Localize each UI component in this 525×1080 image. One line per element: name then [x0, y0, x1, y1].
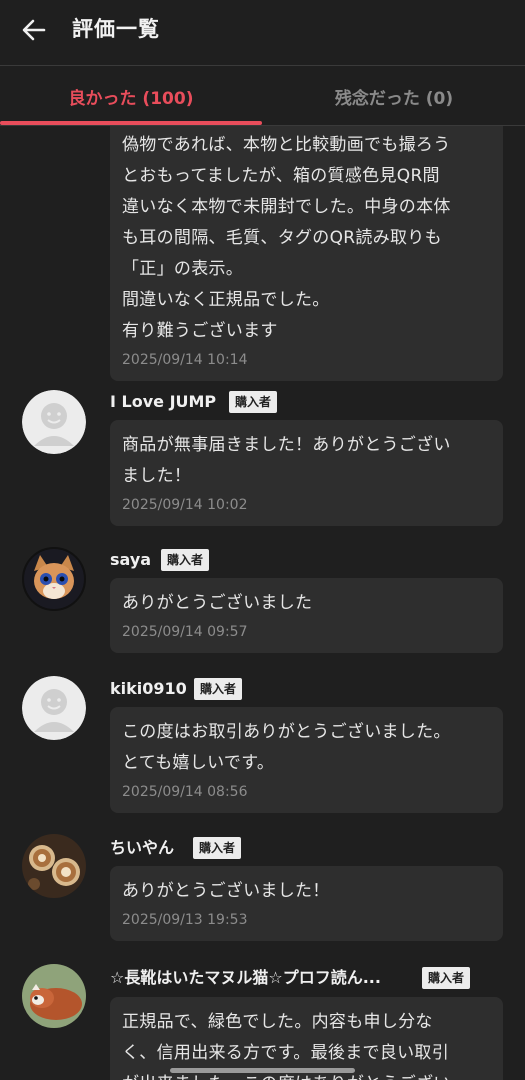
reviewer-name[interactable]: ちいやん: [110, 836, 174, 860]
avatar[interactable]: [22, 547, 86, 611]
default-avatar-icon: [22, 390, 86, 454]
reviewer-name[interactable]: saya: [110, 548, 151, 572]
review-bubble: 偽物であれば、本物と比較動画でも撮ろう とおもってましたが、箱の質感色見QR間 …: [110, 118, 503, 381]
avatar[interactable]: [22, 834, 86, 898]
review-message: ありがとうございました: [122, 593, 313, 613]
kitten-photo-icon: [24, 549, 84, 609]
active-tab-underline: [0, 121, 262, 125]
review-timestamp: 2025/09/14 10:02: [122, 497, 248, 513]
avatar[interactable]: [22, 676, 86, 740]
default-avatar-icon: [22, 676, 86, 740]
arrow-left-icon: [22, 19, 46, 41]
buyer-badge: 購入者: [422, 967, 471, 989]
tab-good-label[interactable]: 良かった (100): [0, 66, 262, 126]
review-message: この度はお取引ありがとうございました。 とても嬉しいです。: [122, 722, 451, 773]
review-bubble: 商品が無事届きました！ありがとうござい ました！ 2025/09/14 10:0…: [110, 420, 503, 526]
buyer-badge: 購入者: [229, 391, 278, 413]
review-timestamp: 2025/09/14 10:14: [122, 352, 248, 368]
buyer-badge: 購入者: [194, 678, 243, 700]
review-bubble: ありがとうございました 2025/09/14 09:57: [110, 578, 503, 653]
red-panda-photo-icon: [22, 964, 86, 1028]
review-message: ありがとうございました！: [122, 881, 330, 901]
reviewer-name[interactable]: I Love JUMP: [110, 390, 216, 414]
reviewer-name[interactable]: kiki0910: [110, 677, 187, 701]
review-timestamp: 2025/09/13 19:53: [122, 912, 248, 928]
back-button[interactable]: [14, 12, 54, 48]
home-indicator[interactable]: [170, 1068, 355, 1073]
avatar[interactable]: [22, 390, 86, 454]
review-bubble: この度はお取引ありがとうございました。 とても嬉しいです。 2025/09/14…: [110, 707, 503, 813]
review-message: 偽物であれば、本物と比較動画でも撮ろう とおもってましたが、箱の質感色見QR間 …: [122, 135, 451, 341]
app-screen: 評価一覧 良かった (100) 残念だった (0) 偽物であれば、本物と比較動画…: [0, 0, 525, 1080]
app-header: 評価一覧: [0, 0, 525, 66]
rating-tabs-overlay: 良かった (100) 残念だった (0): [0, 66, 525, 126]
reviewer-name[interactable]: ☆長靴はいたマヌル猫☆プロフ読ん...: [110, 966, 381, 990]
latte-art-photo-icon: [22, 834, 86, 898]
page-title: 評価一覧: [72, 17, 160, 41]
tab-bad-label[interactable]: 残念だった (0): [263, 66, 525, 126]
review-timestamp: 2025/09/14 08:56: [122, 784, 248, 800]
buyer-badge: 購入者: [161, 549, 210, 571]
avatar[interactable]: [22, 964, 86, 1028]
buyer-badge: 購入者: [193, 837, 242, 859]
review-bubble: ありがとうございました！ 2025/09/13 19:53: [110, 866, 503, 941]
review-timestamp: 2025/09/14 09:57: [122, 624, 248, 640]
review-message: 商品が無事届きました！ありがとうござい ました！: [122, 435, 451, 486]
